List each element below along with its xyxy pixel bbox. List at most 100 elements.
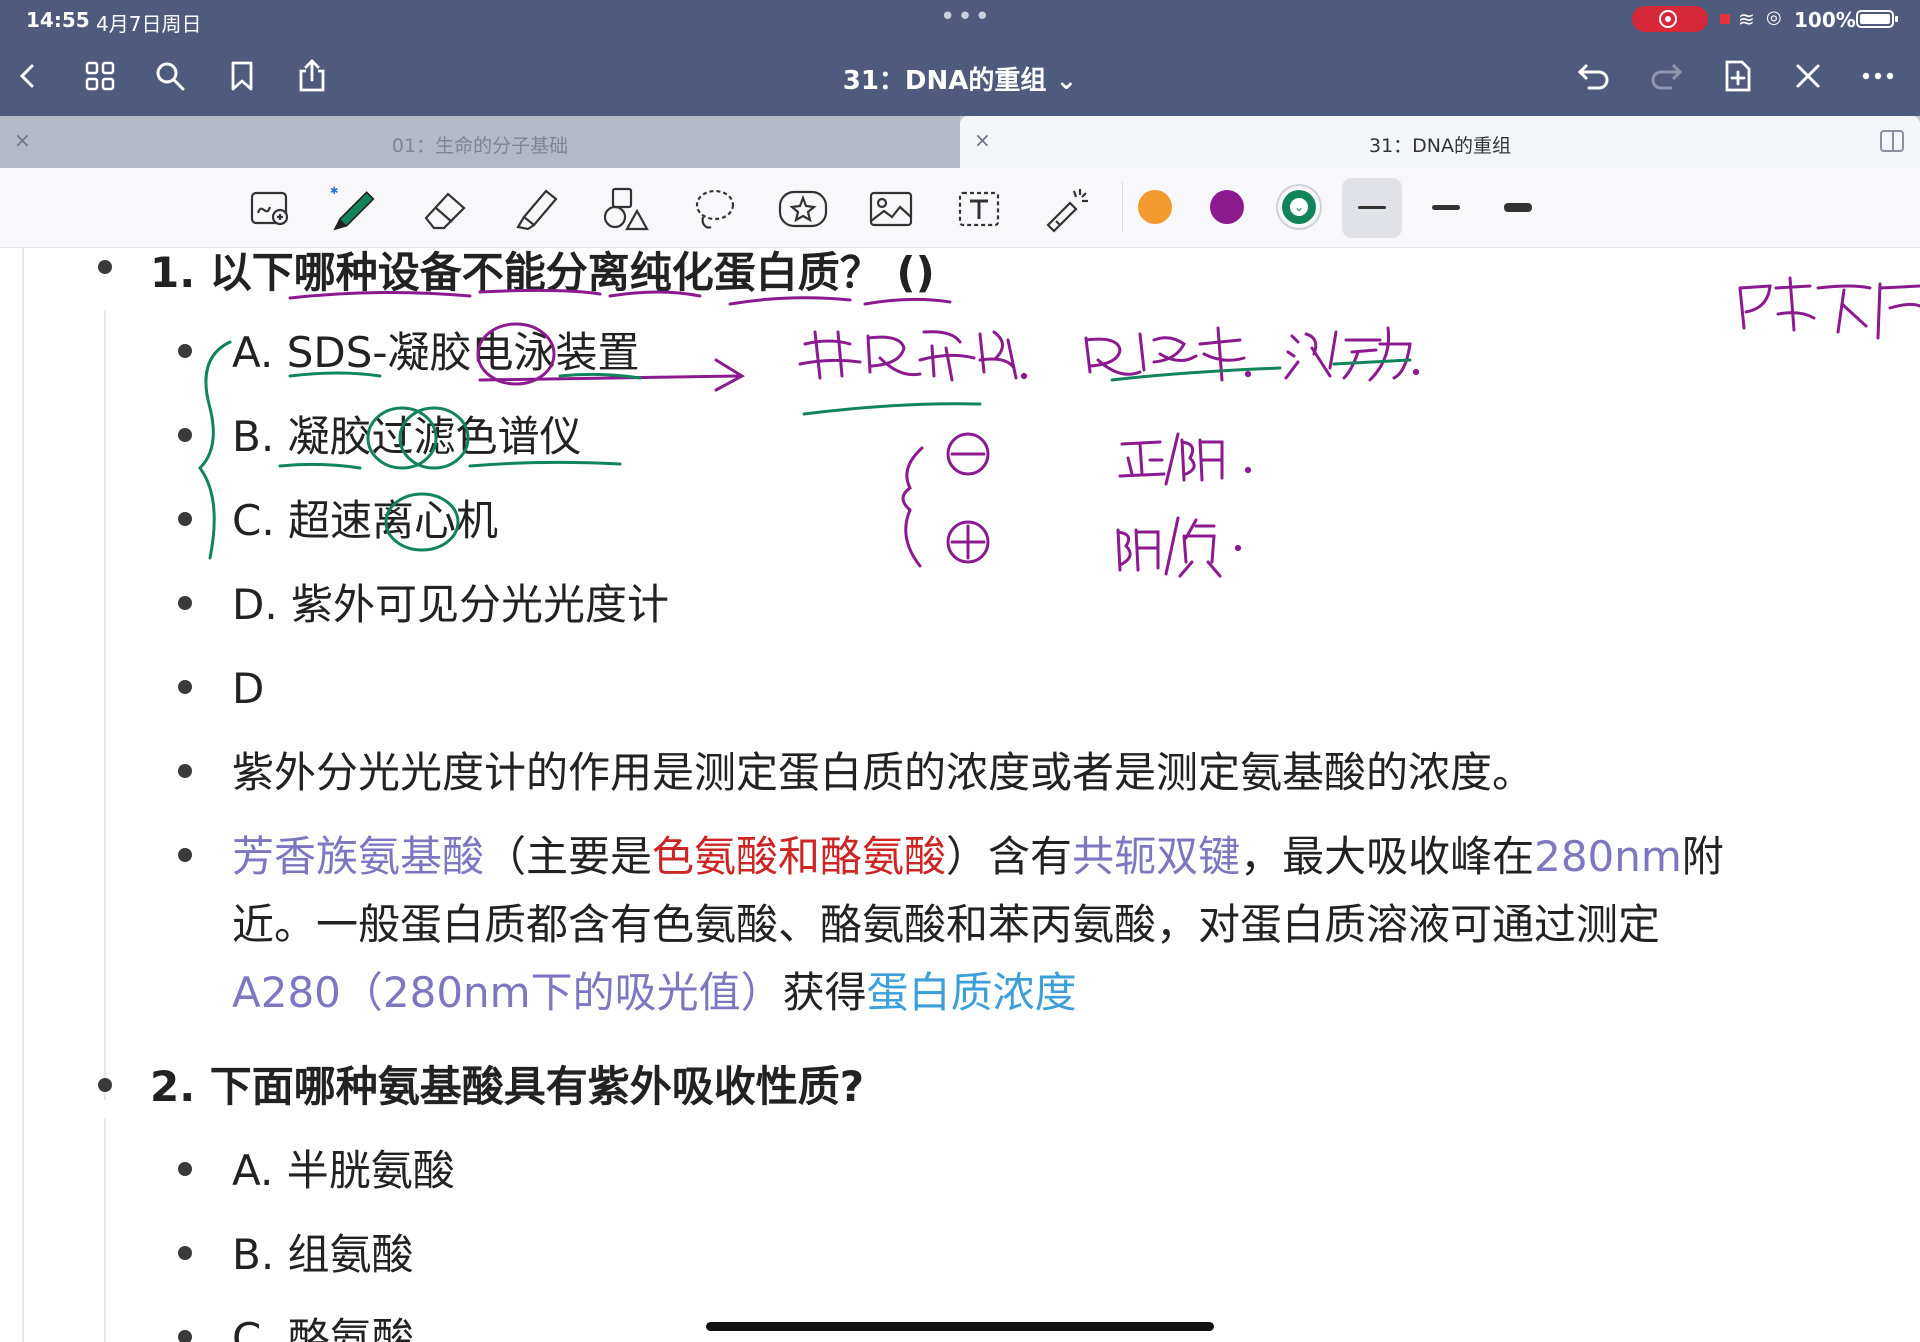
note-text: 获得 bbox=[782, 968, 867, 1017]
image-icon[interactable] bbox=[866, 184, 916, 234]
stroke-medium-icon[interactable] bbox=[1432, 205, 1460, 210]
sticker-icon[interactable] bbox=[778, 184, 828, 234]
answer: D bbox=[232, 664, 265, 713]
highlighter-icon[interactable] bbox=[510, 184, 560, 234]
note-line-1: 芳香族氨基酸（主要是色氨酸和酪氨酸）含有共轭双键，最大吸收峰在280nm附 bbox=[232, 832, 1724, 882]
ink-char bbox=[978, 330, 1018, 380]
home-indicator[interactable] bbox=[706, 1322, 1214, 1331]
bullet-icon bbox=[178, 764, 192, 778]
ink-underline bbox=[728, 296, 852, 306]
note-nm: 280nm bbox=[1534, 832, 1682, 881]
undo-icon[interactable] bbox=[1572, 54, 1616, 98]
ink-char bbox=[1738, 276, 1816, 332]
svg-text:✱: ✱ bbox=[330, 186, 338, 197]
split-view-icon[interactable] bbox=[1880, 130, 1904, 152]
ink-dot bbox=[1244, 466, 1252, 474]
zoom-pen-icon[interactable] bbox=[246, 184, 296, 234]
bullet-icon bbox=[178, 1246, 192, 1260]
redo-icon[interactable] bbox=[1644, 54, 1688, 98]
pen-icon[interactable]: ✱ bbox=[330, 184, 380, 234]
option-b: B. 组氨酸 bbox=[232, 1230, 414, 1279]
ink-dot bbox=[1234, 544, 1242, 552]
option-d: D. 紫外可见分光光度计 bbox=[232, 580, 670, 629]
ink-underline bbox=[1332, 358, 1412, 366]
option-a: A. SDS-凝胶电泳装置 bbox=[232, 328, 640, 377]
tab-label: 01：生命的分子基础 bbox=[391, 135, 569, 157]
note-text: （主要是 bbox=[484, 832, 653, 881]
note-aromatic: 芳香族氨基酸 bbox=[232, 832, 485, 881]
tab-label: 31：DNA的重组 bbox=[1368, 135, 1512, 157]
ink-underline bbox=[1110, 366, 1282, 382]
option-c: C. 酪氨酸 bbox=[232, 1314, 415, 1342]
eraser-icon[interactable] bbox=[420, 184, 470, 234]
ink-char bbox=[1138, 332, 1198, 372]
laser-icon[interactable] bbox=[1042, 184, 1092, 234]
record-indicator-icon bbox=[1720, 14, 1730, 24]
ink-slash bbox=[1164, 432, 1180, 486]
ink-dot bbox=[1020, 372, 1028, 380]
note-conc: 蛋白质浓度 bbox=[866, 968, 1077, 1017]
ink-underline bbox=[863, 297, 952, 306]
stroke-thick-icon[interactable] bbox=[1504, 203, 1532, 212]
shapes-icon[interactable] bbox=[600, 184, 650, 234]
ink-char bbox=[798, 330, 862, 380]
bullet-icon bbox=[178, 1330, 192, 1342]
ink-arrow-head bbox=[714, 358, 746, 392]
ink-plus-circle bbox=[946, 520, 990, 564]
screen-record-icon[interactable] bbox=[1632, 6, 1708, 32]
note-text: ）含有 bbox=[946, 832, 1073, 881]
color-swatch-purple[interactable] bbox=[1210, 190, 1244, 224]
bullet-icon bbox=[98, 260, 112, 274]
ink-dot bbox=[1244, 370, 1252, 378]
status-bar: 14:55 4月7日周日 ••• ≋ ◎ 100% bbox=[0, 0, 1920, 38]
nav-bar: 31：DNA的重组 ⌄ bbox=[0, 38, 1920, 116]
note-a280: A280（280nm下的吸光值） bbox=[232, 968, 783, 1017]
outline-guide bbox=[104, 1118, 106, 1342]
color-swatch-green[interactable]: ⌄ bbox=[1282, 190, 1316, 224]
bullet-icon bbox=[178, 344, 192, 358]
toolbar-divider bbox=[1122, 182, 1123, 232]
note-text: 附 bbox=[1681, 832, 1724, 881]
ink-char bbox=[1284, 330, 1338, 380]
bullet-icon bbox=[178, 848, 192, 862]
ink-char bbox=[918, 330, 976, 382]
note-line-2: 近。一般蛋白质都含有色氨酸、酪氨酸和苯丙氨酸，对蛋白质溶液可通过测定 bbox=[232, 900, 1661, 949]
ink-plus bbox=[950, 524, 986, 560]
outline-guide bbox=[22, 248, 24, 1342]
checkmark-icon: ⌄ bbox=[1290, 198, 1308, 216]
ink-char bbox=[1118, 440, 1166, 478]
option-c: C. 超速离心机 bbox=[232, 496, 499, 545]
explanation: 紫外分光光度计的作用是测定蛋白质的浓度或者是测定氨基酸的浓度。 bbox=[232, 748, 1535, 797]
close-edit-icon[interactable] bbox=[1786, 54, 1830, 98]
battery-icon bbox=[1856, 10, 1898, 28]
wifi-icon: ≋ bbox=[1738, 7, 1755, 31]
ink-minus-circle bbox=[946, 432, 990, 476]
tab-inactive[interactable]: × 01：生命的分子基础 bbox=[0, 116, 960, 168]
document-title[interactable]: 31：DNA的重组 ⌄ bbox=[0, 60, 1920, 97]
stroke-thin-icon bbox=[1358, 206, 1386, 209]
option-b: B. 凝胶过滤色谱仪 bbox=[232, 412, 582, 461]
notebook-page[interactable]: 1. 以下哪种设备不能分离纯化蛋白质？ () A. SDS-凝胶电泳装置 B. … bbox=[0, 248, 1920, 1342]
rotation-lock-icon: ◎ bbox=[1766, 7, 1782, 28]
status-time: 14:55 bbox=[26, 8, 90, 32]
bullet-icon bbox=[178, 1162, 192, 1176]
multitask-dots-icon[interactable]: ••• bbox=[940, 2, 992, 32]
question-title: 2. 下面哪种氨基酸具有紫外吸收性质? bbox=[150, 1062, 865, 1111]
add-page-icon[interactable] bbox=[1716, 54, 1760, 98]
question-title: 1. 以下哪种设备不能分离纯化蛋白质？ () bbox=[150, 248, 935, 297]
text-icon[interactable] bbox=[954, 184, 1004, 234]
ink-bracket bbox=[901, 446, 924, 568]
tab-bar: × 01：生命的分子基础 × 31：DNA的重组 bbox=[0, 116, 1920, 168]
option-a: A. 半胱氨酸 bbox=[232, 1146, 455, 1195]
ink-char bbox=[1084, 336, 1142, 376]
ink-char bbox=[1198, 326, 1246, 382]
color-swatch-orange[interactable] bbox=[1138, 190, 1172, 224]
bullet-icon bbox=[178, 680, 192, 694]
ink-underline bbox=[468, 460, 622, 468]
bullet-icon bbox=[178, 512, 192, 526]
more-icon[interactable] bbox=[1856, 54, 1900, 98]
lasso-icon[interactable] bbox=[690, 184, 740, 234]
tab-active[interactable]: × 31：DNA的重组 bbox=[960, 116, 1920, 168]
outline-guide bbox=[104, 310, 106, 1100]
ink-slash bbox=[1164, 516, 1180, 576]
